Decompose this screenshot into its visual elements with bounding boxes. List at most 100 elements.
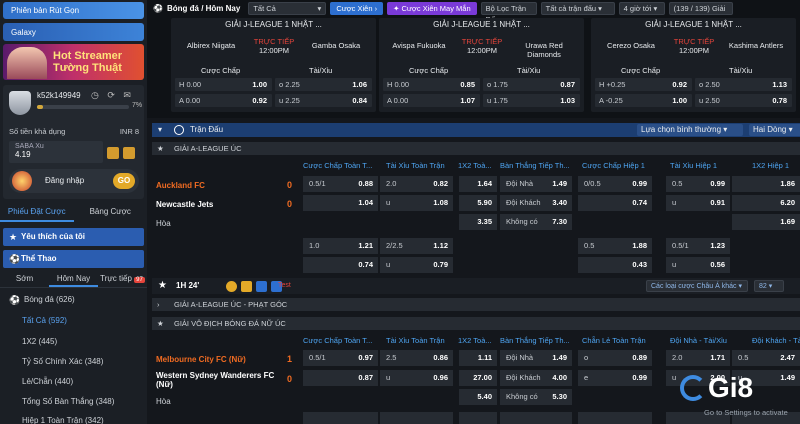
parlay-button[interactable]: Cược Xiên › [330, 1, 384, 15]
odds-cell[interactable]: 0.74 [303, 257, 378, 273]
odds-cell[interactable]: 0.5/1 1.23 [666, 238, 730, 254]
sidebar-item-total-goals[interactable]: Tổng Số Bàn Thắng (348) [0, 392, 147, 412]
odds-cell[interactable]: o 0.89 [578, 350, 652, 366]
odds-cell[interactable]: Không có 7.30 [500, 214, 572, 230]
odds-cell[interactable]: 5.90 [459, 195, 497, 211]
card-odds-cell[interactable]: H 0.00 1.00 [175, 78, 272, 91]
odds-cell[interactable] [578, 412, 652, 424]
coin-icon[interactable] [226, 281, 237, 292]
card-odds-cell[interactable]: o 1.75 0.87 [483, 78, 580, 91]
odds-cell[interactable]: u 0.79 [380, 257, 453, 273]
odds-cell[interactable]: Đội Nhà 1.49 [500, 350, 572, 366]
hours-select[interactable]: 4 giờ tới ▾ [618, 1, 665, 15]
league-row-women[interactable]: ★ GIẢI VÔ ĐỊCH BÓNG ĐÁ NỮ ÚC [152, 317, 800, 330]
odds-cell[interactable]: Đội Khách 3.40 [500, 195, 572, 211]
odds-cell[interactable]: 0.43 [578, 257, 652, 273]
odds-cell[interactable]: 2.0 0.82 [380, 176, 453, 192]
odds-cell[interactable]: 0.5/1 0.97 [303, 350, 378, 366]
odds-cell[interactable]: 1.86 [732, 176, 800, 192]
account-action-icons[interactable]: ◷ ⟳ ✉ [91, 90, 134, 101]
odds-cell[interactable]: u 0.96 [380, 370, 453, 386]
card-odds-cell[interactable]: o 2.50 1.13 [695, 78, 792, 91]
match-filter-select[interactable]: Bộ Lọc Trận Đấu ▾ [480, 1, 537, 24]
all-matches-select[interactable]: Tất cả trận đấu ▾ [540, 1, 615, 15]
odds-cell[interactable]: 2.5 0.86 [380, 350, 453, 366]
card-odds-cell[interactable]: u 1.75 1.03 [483, 94, 580, 107]
card-odds-cell[interactable]: A 0.00 0.92 [175, 94, 272, 107]
odds-cell[interactable]: 0.5 1.88 [578, 238, 652, 254]
deposit-icon[interactable] [107, 147, 119, 159]
odds-cell[interactable]: u 1.08 [380, 195, 453, 211]
lucky-parlay-button[interactable]: ✦ Cược Xiên May Mắn [387, 1, 477, 15]
match-card[interactable]: GIẢI J-LEAGUE 1 NHẬT ... Albirex Niigata G… [171, 18, 376, 112]
odds-cell[interactable]: Không có 5.30 [500, 389, 572, 405]
view-select[interactable]: Hai Dòng ▾ [749, 124, 800, 136]
odds-cell[interactable]: 1.69 [732, 214, 800, 230]
card-odds-cell[interactable]: A 0.00 1.07 [383, 94, 480, 107]
card-odds-cell[interactable]: o 2.25 1.06 [275, 78, 372, 91]
sidebar-item-odd-even[interactable]: Lẻ/Chẵn (440) [0, 372, 147, 392]
odds-cell[interactable]: 2/2.5 1.12 [380, 238, 453, 254]
sidebar-item-ht-ft[interactable]: Hiệp 1 Toàn Trận (342) [0, 411, 147, 424]
odds-cell[interactable]: Đội Nhà 1.49 [500, 176, 572, 192]
tab-bet-list[interactable]: Bảng Cược [74, 202, 148, 222]
sort-select[interactable]: Lựa chọn bình thường ▾ [637, 124, 743, 136]
go-button[interactable]: GO [113, 173, 135, 189]
stats-icon[interactable] [256, 281, 267, 292]
more-markets-select[interactable]: 82 ▾ [754, 280, 784, 292]
odds-cell[interactable]: 6.20 [732, 195, 800, 211]
odds-cell[interactable]: 0.5 0.99 [666, 176, 730, 192]
odds-cell[interactable]: 3.35 [459, 214, 497, 230]
card-odds-cell[interactable]: u 2.25 0.84 [275, 94, 372, 107]
tab-betslip[interactable]: Phiếu Đặt Cược [0, 202, 74, 222]
odds-cell[interactable]: u 0.56 [666, 257, 730, 273]
odds-cell[interactable] [500, 412, 572, 424]
sidebar-item-all[interactable]: Tất Cả (592) [0, 311, 147, 331]
odds-cell[interactable]: 1.11 [459, 350, 497, 366]
tab-live[interactable]: Trực tiếp 97 [98, 271, 147, 287]
sidebar-item-football[interactable]: ⚽ Bóng đá (626) [0, 290, 147, 310]
favorites-header[interactable]: ★ Yêu thích của tôi [3, 228, 144, 246]
odds-cell[interactable]: e 0.99 [578, 370, 652, 386]
login-banner[interactable]: Đăng nhập GO [9, 169, 139, 193]
odds-cell[interactable]: 0.5/1 0.88 [303, 176, 378, 192]
collapse-icon[interactable]: ▾ [158, 123, 162, 137]
odds-cell[interactable]: 0/0.5 0.99 [578, 176, 652, 192]
hot-streamer-banner[interactable]: Hot Streamer Tường Thuật [3, 44, 144, 80]
card-odds-cell[interactable]: H +0.25 0.92 [595, 78, 692, 91]
tab-today[interactable]: Hôm Nay [49, 271, 98, 287]
star-icon[interactable]: ★ [157, 317, 164, 330]
card-odds-cell[interactable]: u 2.50 0.78 [695, 94, 792, 107]
odds-cell[interactable] [459, 412, 497, 424]
card-odds-cell[interactable]: A -0.25 1.00 [595, 94, 692, 107]
odds-cell[interactable]: 0.87 [303, 370, 378, 386]
tv-icon[interactable] [241, 281, 252, 292]
league-count-select[interactable]: (139 / 139) Giải [668, 1, 733, 15]
odds-cell[interactable]: 1.64 [459, 176, 497, 192]
odds-cell[interactable]: 1.0 1.21 [303, 238, 378, 254]
odds-cell[interactable]: 1.04 [303, 195, 378, 211]
odds-cell[interactable]: 27.00 [459, 370, 497, 386]
odds-cell[interactable] [303, 412, 378, 424]
transfer-icon[interactable] [123, 147, 135, 159]
compact-version-banner[interactable]: Phiên bản Rút Gọn [3, 2, 144, 19]
card-odds-cell[interactable]: H 0.00 0.85 [383, 78, 480, 91]
odds-cell[interactable] [380, 412, 453, 424]
star-icon[interactable]: ★ [157, 142, 164, 155]
sports-header[interactable]: ⚽ Thể Thao [3, 250, 144, 268]
odds-type-select[interactable]: Các loại cược Châu Á khác ▾ [646, 280, 748, 292]
odds-cell[interactable]: 0.74 [578, 195, 652, 211]
league-row-a-league[interactable]: ★ GIẢI A-LEAGUE ÚC [152, 142, 800, 155]
league-row-a-league-corners[interactable]: › GIẢI A-LEAGUE ÚC - PHẠT GÓC [152, 298, 800, 311]
odds-cell[interactable]: Đội Khách 4.00 [500, 370, 572, 386]
sidebar-item-1x2[interactable]: 1X2 (445) [0, 332, 147, 352]
odds-cell[interactable]: 5.40 [459, 389, 497, 405]
odds-cell[interactable]: 0.5 2.47 [732, 350, 800, 366]
match-card[interactable]: GIẢI J-LEAGUE 1 NHẬT ... Cerezo Osaka Kash… [591, 18, 796, 112]
odds-cell[interactable]: u 0.91 [666, 195, 730, 211]
odds-cell[interactable]: 2.0 1.71 [666, 350, 730, 366]
match-card[interactable]: GIẢI J-LEAGUE 1 NHẬT ... Avispa Fukuoka Ur… [379, 18, 584, 112]
tab-early[interactable]: Sớm [0, 271, 49, 287]
galaxy-banner[interactable]: Galaxy [3, 23, 144, 41]
market-select[interactable]: Tất Cả ▾ [248, 1, 327, 15]
